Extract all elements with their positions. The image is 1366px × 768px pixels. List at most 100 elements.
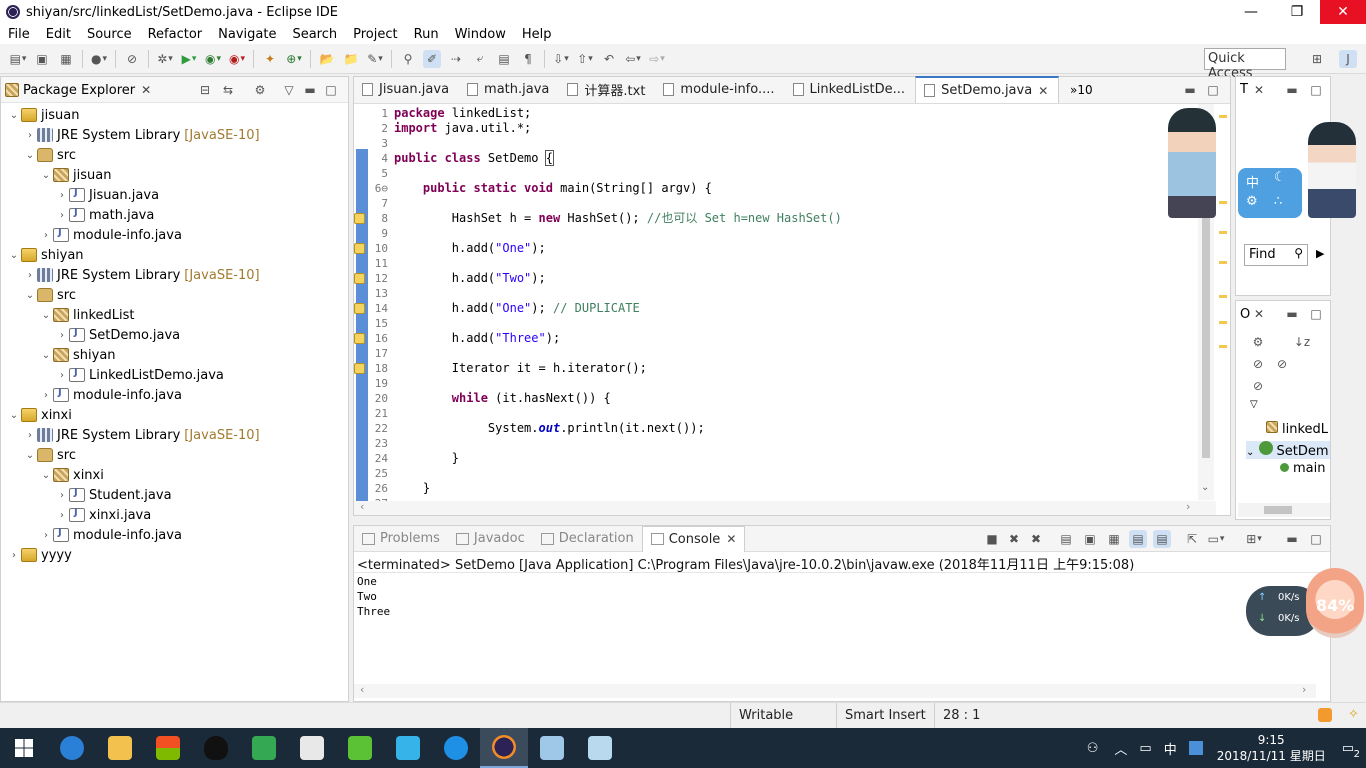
code-line[interactable]: 25 [354, 466, 1216, 481]
display-console-icon[interactable]: ▭ [1207, 530, 1225, 548]
tab-declaration[interactable]: Declaration [533, 531, 642, 546]
show-whitespace-icon[interactable]: ▤ [495, 50, 513, 68]
code-line[interactable]: 21 [354, 406, 1216, 421]
editor-tab[interactable]: LinkedListDe... [785, 76, 916, 103]
expanded-arrow-icon[interactable]: ⌄ [39, 350, 53, 361]
code-line[interactable]: 16 h.add("Three"); [354, 331, 1216, 346]
next-annotation-icon[interactable]: ⇩ [552, 50, 570, 68]
skip-breakpoints-icon[interactable]: ⊘ [123, 50, 141, 68]
tips-icon[interactable]: ✧ [1348, 707, 1359, 722]
collapsed-arrow-icon[interactable]: › [39, 390, 53, 401]
expanded-arrow-icon[interactable]: ⌄ [39, 170, 53, 181]
menu-project[interactable]: Project [345, 27, 405, 42]
start-button[interactable] [0, 728, 48, 768]
code-line[interactable]: 24 } [354, 451, 1216, 466]
collapse-all-icon[interactable]: ⊟ [196, 81, 214, 99]
warning-icon[interactable] [354, 303, 365, 314]
task-minimize-icon[interactable]: ▬ [1283, 81, 1301, 99]
tree-item[interactable]: › module-info.java [1, 225, 348, 245]
code-line[interactable]: 20 while (it.hasNext()) { [354, 391, 1216, 406]
outline-minimize-icon[interactable]: ▬ [1283, 305, 1301, 323]
tree-item[interactable]: › LinkedListDemo.java [1, 365, 348, 385]
tree-item[interactable]: ⌄ src [1, 145, 348, 165]
new-class-icon[interactable]: ⊕ [285, 50, 303, 68]
maximize-button[interactable]: ❐ [1274, 0, 1320, 24]
outline-hscrollbar[interactable] [1238, 503, 1330, 517]
outline-collapse-icon[interactable]: ⚙ [1249, 333, 1267, 351]
outline-sort-icon[interactable]: ↓z [1293, 333, 1311, 351]
taskbar-ie[interactable] [432, 728, 480, 768]
word-wrap-console-icon[interactable]: ▦ [1105, 530, 1123, 548]
task-list-tab[interactable]: T [1240, 82, 1248, 97]
tree-item[interactable]: › JRE System Library [JavaSE-10] [1, 125, 348, 145]
scroll-lock-icon[interactable]: ▣ [1081, 530, 1099, 548]
clock[interactable]: 9:15 2018/11/11 星期日 [1217, 732, 1326, 764]
tab-javadoc[interactable]: Javadoc [448, 531, 533, 546]
tree-item[interactable]: › yyyy [1, 545, 348, 565]
collapsed-arrow-icon[interactable]: › [55, 370, 69, 381]
tree-item[interactable]: ⌄ shiyan [1, 345, 348, 365]
menu-navigate[interactable]: Navigate [210, 27, 284, 42]
battery-icon[interactable]: ▭ [1139, 741, 1151, 756]
collapsed-arrow-icon[interactable]: › [39, 530, 53, 541]
warning-icon[interactable] [354, 333, 365, 344]
profile-icon[interactable]: ● [90, 50, 108, 68]
last-edit-icon[interactable]: ↶ [600, 50, 618, 68]
tab-problems[interactable]: Problems [354, 531, 448, 546]
debug-icon[interactable]: ✲ [156, 50, 174, 68]
menu-source[interactable]: Source [79, 27, 140, 42]
close-tab-icon[interactable]: ✕ [1038, 84, 1048, 98]
tray-expand-icon[interactable]: ︿ [1114, 739, 1127, 758]
hide-nonpublic-icon[interactable]: ⊘ [1249, 377, 1267, 395]
console-output[interactable]: One Two Three [357, 574, 390, 619]
back-icon[interactable]: ⇦ [624, 50, 642, 68]
open-resource-icon[interactable]: 📁 [342, 50, 360, 68]
tree-item[interactable]: ⌄ jisuan [1, 165, 348, 185]
code-line[interactable]: 22 System.out.println(it.next()); [354, 421, 1216, 436]
tree-item[interactable]: ⌄ src [1, 445, 348, 465]
search-icon[interactable]: ✎ [366, 50, 384, 68]
console-hscrollbar[interactable]: ‹ › [354, 683, 1316, 698]
code-line[interactable]: 14 h.add("One"); // DUPLICATE [354, 301, 1216, 316]
collapsed-arrow-icon[interactable]: › [55, 210, 69, 221]
editor-minimize-icon[interactable]: ▬ [1181, 81, 1199, 99]
save-icon[interactable]: ▣ [33, 50, 51, 68]
editor-tab[interactable]: 计算器.txt [559, 76, 655, 103]
ime-indicator[interactable]: 中 [1164, 739, 1177, 758]
dots-icon[interactable]: ∴ [1274, 194, 1282, 209]
code-area[interactable]: 1 package linkedList; 2 import java.util.*;… [354, 105, 1216, 502]
find-field[interactable]: Find ⚲ [1244, 244, 1308, 266]
open-perspective-icon[interactable]: ⊞ [1308, 50, 1326, 68]
menu-help[interactable]: Help [514, 27, 560, 42]
link-editor-icon[interactable]: ⇆ [219, 81, 237, 99]
hide-static-icon[interactable]: ⊘ [1273, 355, 1291, 373]
outline-item[interactable]: linkedL [1266, 421, 1328, 437]
taskbar-qq[interactable] [192, 728, 240, 768]
taskbar-mail[interactable] [288, 728, 336, 768]
tree-item[interactable]: ⌄ xinxi [1, 465, 348, 485]
editor-tab-overflow[interactable]: »10 [1070, 83, 1093, 97]
coverage-icon[interactable]: ◉ [204, 50, 222, 68]
code-line[interactable]: 6⊖ public static void main(String[] argv… [354, 181, 1216, 196]
collapsed-arrow-icon[interactable]: › [23, 430, 37, 441]
taskbar-edge[interactable] [48, 728, 96, 768]
code-line[interactable]: 8 HashSet h = new HashSet(); //也可以 Set h… [354, 211, 1216, 226]
taskbar-video[interactable] [384, 728, 432, 768]
expanded-arrow-icon[interactable]: ⌄ [39, 470, 53, 481]
menu-file[interactable]: File [0, 27, 38, 42]
code-line[interactable]: 11 [354, 256, 1216, 271]
maximize-view-icon[interactable]: □ [322, 81, 340, 99]
close-view-icon[interactable]: ✕ [141, 83, 151, 97]
menu-window[interactable]: Window [447, 27, 514, 42]
tree-item[interactable]: › xinxi.java [1, 505, 348, 525]
menu-run[interactable]: Run [406, 27, 447, 42]
editor-tab[interactable]: math.java [459, 76, 559, 103]
memory-ball-widget[interactable]: 84% [1306, 568, 1364, 638]
java-perspective-icon[interactable]: J [1339, 50, 1357, 68]
taskbar-store[interactable] [144, 728, 192, 768]
moon-icon[interactable]: ☾ [1274, 170, 1286, 185]
forward-icon[interactable]: ⇨ [648, 50, 666, 68]
remove-launch-icon[interactable]: ✖ [1005, 530, 1023, 548]
collapsed-arrow-icon[interactable]: › [7, 550, 21, 561]
collapsed-arrow-icon[interactable]: › [55, 510, 69, 521]
